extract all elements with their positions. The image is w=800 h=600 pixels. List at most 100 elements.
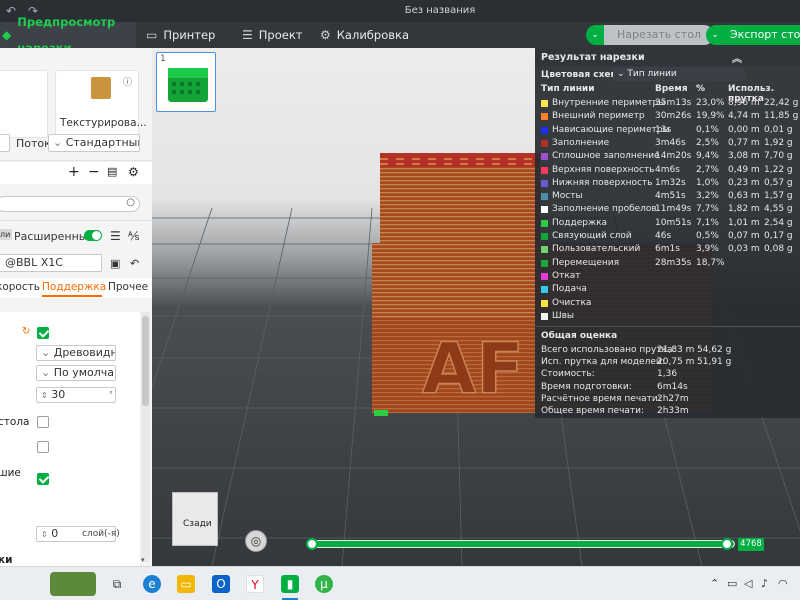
export-group: ⌄ Экспорт столу <box>706 25 800 45</box>
line-type-row[interactable]: Сплошное заполнение 14m20s 9,4% 3,08 m 7,70 … <box>535 150 800 163</box>
line-type-row[interactable]: Очистка <box>535 297 800 310</box>
line-type-percent: 0,1% <box>696 124 719 135</box>
line-type-color-swatch <box>541 153 548 161</box>
line-type-percent: 18,7% <box>696 257 725 268</box>
line-type-time: 4m6s <box>655 164 680 175</box>
line-type-length: 0,77 m <box>728 137 760 148</box>
view-nav-cube[interactable]: Сзади <box>172 492 218 546</box>
filament-slot-box[interactable] <box>0 134 10 152</box>
plate-settings-icon[interactable]: ▤ <box>107 165 117 178</box>
settings-scrollbar[interactable]: ▾ <box>141 312 150 564</box>
reset-icon[interactable]: ↶ <box>130 257 139 270</box>
enable-support-checkbox[interactable] <box>37 327 49 339</box>
remove-icon[interactable]: − <box>88 164 100 180</box>
advanced-toggle[interactable] <box>84 230 102 241</box>
bambu-studio-icon[interactable]: ▮ <box>281 575 299 593</box>
layer-slider-end-handle[interactable] <box>721 538 733 550</box>
tab-printer[interactable]: ▭ Принтер <box>146 22 215 48</box>
compare-icon[interactable]: ⅍ <box>128 229 139 243</box>
tab-calibration[interactable]: ⚙ Калибровка <box>320 22 409 48</box>
stepper-icon[interactable]: ⇕ <box>41 530 48 539</box>
critical-regions-checkbox[interactable] <box>37 441 49 453</box>
chevron-down-icon[interactable]: ▾ <box>141 556 145 564</box>
printer-preset-select[interactable]: @BBL X1C <box>0 254 102 272</box>
tab-speed[interactable]: корость <box>0 281 40 293</box>
on-build-plate-checkbox[interactable] <box>37 416 49 428</box>
task-view-icon[interactable]: ⧉ <box>108 575 126 593</box>
line-type-row[interactable]: Заполнение 3m46s 2,5% 0,77 m 1,92 g <box>535 137 800 150</box>
export-dropdown-button[interactable]: ⌄ <box>706 25 724 45</box>
active-tab-underline <box>42 295 102 297</box>
reset-arrow-icon[interactable]: ↻ <box>22 326 30 337</box>
speaker-icon[interactable]: ◁ <box>744 577 752 590</box>
line-type-name: Откат <box>552 270 581 281</box>
info-icon[interactable]: ⓘ <box>123 75 132 88</box>
collapse-icon[interactable]: ︽ <box>732 50 742 65</box>
plate-thumbnail[interactable]: 1 <box>156 52 216 112</box>
line-type-row[interactable]: Перемещения 28m35s 18,7% <box>535 257 800 270</box>
line-type-color-swatch <box>541 139 548 147</box>
line-type-weight: 1,92 g <box>764 137 793 148</box>
line-type-row[interactable]: Внутренние периметры 35m13s 23,0% 8,96 m 22,… <box>535 97 800 110</box>
line-type-row[interactable]: Нависающие периметры 13s 0,1% 0,00 m 0,01 g <box>535 124 800 137</box>
slice-dropdown-button[interactable]: ⌄ <box>586 25 604 45</box>
layer-slider-track[interactable] <box>310 540 735 548</box>
line-type-name: Подача <box>552 284 587 295</box>
line-type-color-swatch <box>541 312 548 320</box>
line-type-row[interactable]: Швы <box>535 310 800 323</box>
recenter-view-icon[interactable]: ◎ <box>245 530 267 552</box>
chevron-up-icon[interactable]: ⌃ <box>710 577 719 590</box>
outlook-icon[interactable]: O <box>212 575 230 593</box>
slice-plate-button[interactable]: Нарезать стол <box>604 25 714 45</box>
save-icon[interactable]: ▣ <box>110 257 120 270</box>
line-type-row[interactable]: Подача <box>535 283 800 296</box>
tab-support[interactable]: Поддержка <box>42 281 106 293</box>
filament-card-2[interactable]: ⓘ Текстурирова... <box>55 70 147 138</box>
line-type-row[interactable]: Мосты 4m51s 3,2% 0,63 m 1,57 g <box>535 190 800 203</box>
list-view-icon[interactable]: ☰ <box>110 229 121 243</box>
line-type-row[interactable]: Внешний периметр 30m26s 19,9% 4,74 m 11,85 g <box>535 110 800 123</box>
search-input[interactable]: ○ <box>0 196 140 212</box>
tab-other[interactable]: Прочее <box>108 281 148 293</box>
line-type-row[interactable]: Связующий слой 46s 0,5% 0,07 m 0,17 g <box>535 230 800 243</box>
line-type-row[interactable]: Верхняя поверхность 4m6s 2,7% 0,49 m 1,22 g <box>535 164 800 177</box>
support-type-select[interactable]: ⌄ Древовидн... <box>36 345 116 361</box>
gear-icon[interactable]: ⚙ <box>128 165 139 179</box>
stepper-icon[interactable]: ⇕ <box>41 391 48 400</box>
tab-project[interactable]: ☰ Проект <box>242 22 302 48</box>
color-scheme-select[interactable]: ⌄ Тип линии <box>613 67 745 81</box>
support-style-select[interactable]: ⌄ По умолча... <box>36 365 116 381</box>
microphone-icon[interactable]: ♪ <box>761 577 768 590</box>
model-top-box[interactable] <box>380 153 540 253</box>
filament-card-1[interactable] <box>0 70 48 138</box>
process-header: + − ▤ ⚙ <box>0 162 152 184</box>
edge-browser-icon[interactable]: e <box>143 575 161 593</box>
threshold-angle-input[interactable]: ⇕ 30 ° <box>36 387 116 403</box>
widgets-landscape-icon[interactable] <box>50 572 96 596</box>
line-type-row[interactable]: Поддержка 10m51s 7,1% 1,01 m 2,54 g <box>535 217 800 230</box>
line-type-row[interactable]: Пользовательский 6m1s 3,9% 0,03 m 0,08 g <box>535 243 800 256</box>
line-type-time: 11m49s <box>655 204 692 215</box>
summary-value: 2h27m <box>657 393 689 404</box>
line-type-time: 10m51s <box>655 217 692 228</box>
settings-panel: ⓘ Текстурирова... Поток ⌄ Стандартный + … <box>0 48 152 566</box>
tab-preview[interactable]: ◆ Предпросмотр нарезки <box>0 15 136 55</box>
line-type-row[interactable]: Заполнение пробелов 11m49s 7,7% 1,82 m 4,55 … <box>535 203 800 216</box>
slice-result-title: Результат нарезки <box>541 52 645 63</box>
line-type-row[interactable]: Откат <box>535 270 800 283</box>
export-plate-button[interactable]: Экспорт столу <box>724 25 800 45</box>
battery-icon[interactable]: ▭ <box>727 577 737 590</box>
summary-label: Стоимость: <box>541 369 595 380</box>
support-settings-list: ↻ ⌄ Древовидн... ⌄ По умолча... ⇕ 30 ° с… <box>0 312 140 566</box>
add-icon[interactable]: + <box>68 164 80 180</box>
layer-slider-start-handle[interactable] <box>306 538 318 550</box>
utorrent-icon[interactable]: µ <box>315 575 333 593</box>
file-explorer-icon[interactable]: ▭ <box>177 575 195 593</box>
support-style-value: По умолча... <box>53 366 115 379</box>
remove-small-overhangs-checkbox[interactable] <box>37 473 49 485</box>
line-type-row[interactable]: Нижняя поверхность 1m32s 1,0% 0,23 m 0,57 g <box>535 177 800 190</box>
yandex-browser-icon[interactable]: Y <box>246 575 264 593</box>
line-type-time: 28m35s <box>655 257 692 268</box>
flow-select[interactable]: ⌄ Стандартный <box>48 134 140 152</box>
wifi-icon[interactable]: ◠ <box>778 577 788 590</box>
